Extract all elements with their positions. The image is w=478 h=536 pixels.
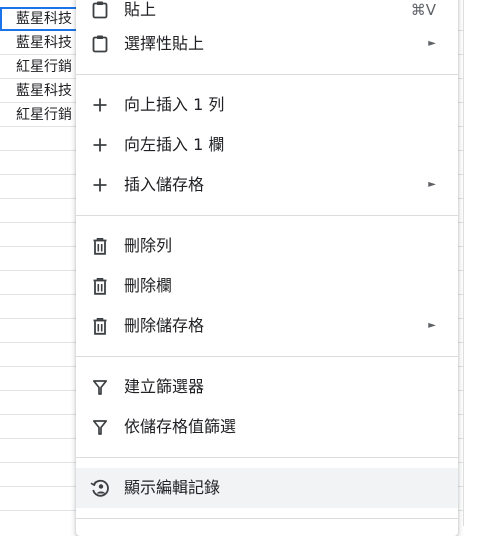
submenu-arrow-icon: ► — [428, 179, 436, 190]
grid-right-edge — [463, 0, 478, 526]
menu-divider — [76, 457, 458, 458]
menu-item-delete-cells[interactable]: 刪除儲存格 ► — [76, 306, 458, 346]
menu-item-label: 建立篩選器 — [124, 377, 205, 396]
filter-icon — [90, 377, 110, 397]
plus-icon — [90, 175, 110, 195]
history-icon — [90, 478, 110, 498]
clipboard-icon — [90, 34, 110, 54]
menu-item-insert-cells[interactable]: 插入儲存格 ► — [76, 165, 458, 205]
plus-icon — [90, 95, 110, 115]
trash-icon — [90, 276, 110, 296]
menu-item-label: 依儲存格值篩選 — [124, 417, 237, 436]
menu-item-paste-special[interactable]: 選擇性貼上 ► — [76, 24, 458, 64]
menu-item-delete-row[interactable]: 刪除列 — [76, 226, 458, 266]
menu-item-filter-by-value[interactable]: 依儲存格值篩選 — [76, 407, 458, 447]
menu-item-label: 刪除列 — [124, 236, 173, 255]
menu-item-label: 選擇性貼上 — [124, 34, 205, 53]
menu-item-delete-column[interactable]: 刪除欄 — [76, 266, 458, 306]
clipboard-icon — [90, 0, 110, 20]
menu-item-label: 插入儲存格 — [124, 175, 205, 194]
filter-icon — [90, 417, 110, 437]
menu-item-label: 刪除儲存格 — [124, 316, 205, 335]
context-menu: 貼上 ⌘V 選擇性貼上 ► 向上插入 1 列 向左插入 1 欄 插入儲存格 ► — [76, 0, 458, 536]
menu-item-insert-column-left[interactable]: 向左插入 1 欄 — [76, 125, 458, 165]
menu-divider — [76, 74, 458, 75]
submenu-arrow-icon: ► — [428, 38, 436, 49]
menu-item-create-filter[interactable]: 建立篩選器 — [76, 367, 458, 407]
trash-icon — [90, 316, 110, 336]
plus-icon — [90, 135, 110, 155]
menu-divider — [76, 356, 458, 357]
menu-item-show-edit-history[interactable]: 顯示編輯記錄 — [76, 468, 458, 508]
trash-icon — [90, 236, 110, 256]
menu-divider — [76, 215, 458, 216]
submenu-arrow-icon: ► — [428, 320, 436, 331]
menu-item-label: 刪除欄 — [124, 276, 173, 295]
menu-item-label: 顯示編輯記錄 — [124, 478, 221, 497]
menu-item-label: 向上插入 1 列 — [124, 95, 225, 114]
menu-divider — [76, 518, 458, 519]
menu-item-insert-row-above[interactable]: 向上插入 1 列 — [76, 85, 458, 125]
menu-item-label: 向左插入 1 欄 — [124, 135, 225, 154]
